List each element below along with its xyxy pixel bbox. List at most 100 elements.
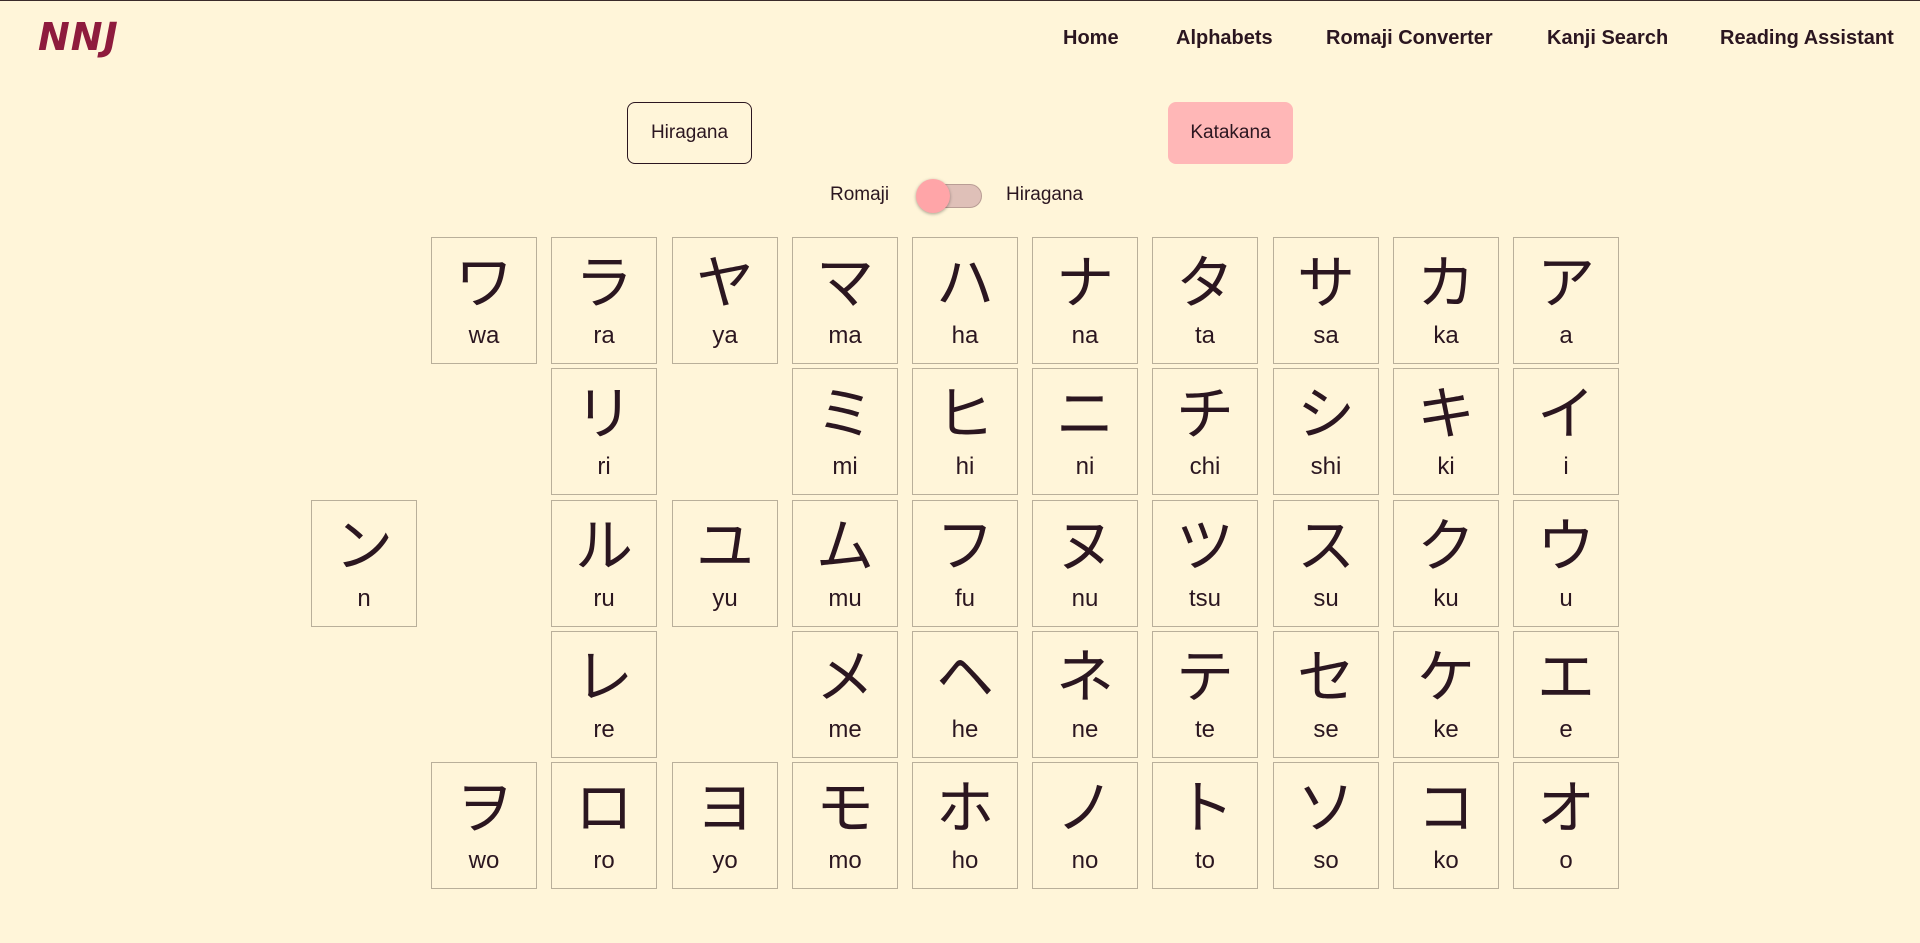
kana-card-so[interactable]: ソ so: [1273, 762, 1379, 889]
romaji-label: shi: [1310, 453, 1342, 480]
nav-alphabets[interactable]: Alphabets: [1176, 27, 1273, 50]
nav-home[interactable]: Home: [1063, 27, 1119, 50]
kana-character: ヲ: [454, 774, 513, 842]
kana-card-nu[interactable]: ヌ nu: [1032, 500, 1138, 627]
kana-character: ラ: [574, 249, 633, 317]
kana-card-mu[interactable]: ム mu: [792, 500, 898, 627]
kana-character: ト: [1175, 774, 1234, 842]
kana-card-ru[interactable]: ル ru: [551, 500, 657, 627]
romaji-label: a: [1559, 322, 1573, 349]
kana-character: ム: [815, 512, 874, 580]
romaji-label: so: [1313, 847, 1339, 874]
kana-card-chi[interactable]: チ chi: [1152, 368, 1258, 495]
romaji-label: mi: [832, 453, 858, 480]
kana-card-u[interactable]: ウu: [1513, 500, 1619, 627]
kana-card-yu[interactable]: ユ yu: [672, 500, 778, 627]
kana-card-ku[interactable]: ク ku: [1393, 500, 1499, 627]
kana-card-ho[interactable]: ホ ho: [912, 762, 1018, 889]
nav-romaji-converter[interactable]: Romaji Converter: [1326, 27, 1493, 50]
romaji-label: ka: [1433, 322, 1459, 349]
kana-character: イ: [1536, 380, 1595, 448]
kana-card-ke[interactable]: ケ ke: [1393, 631, 1499, 758]
kana-card-a[interactable]: アa: [1513, 237, 1619, 364]
kana-card-mi[interactable]: ミ mi: [792, 368, 898, 495]
kana-card-ha[interactable]: ハ ha: [912, 237, 1018, 364]
romaji-label: re: [593, 716, 615, 743]
romaji-label: fu: [954, 585, 975, 612]
romaji-label: hi: [955, 453, 975, 480]
kana-card-ne[interactable]: ネ ne: [1032, 631, 1138, 758]
kana-card-re[interactable]: レ re: [551, 631, 657, 758]
kana-character: シ: [1296, 380, 1355, 448]
kana-card-ko[interactable]: コ ko: [1393, 762, 1499, 889]
kana-card-sa[interactable]: サ sa: [1273, 237, 1379, 364]
kana-card-te[interactable]: テ te: [1152, 631, 1258, 758]
kana-card-ki[interactable]: キ ki: [1393, 368, 1499, 495]
nav-reading-assistant[interactable]: Reading Assistant: [1720, 27, 1894, 50]
hiragana-tab[interactable]: Hiragana: [627, 102, 752, 164]
katakana-tab[interactable]: Katakana: [1168, 102, 1293, 164]
romaji-label: ma: [828, 322, 862, 349]
kana-card-no[interactable]: ノ no: [1032, 762, 1138, 889]
kana-card-fu[interactable]: フ fu: [912, 500, 1018, 627]
kana-card-wa[interactable]: ワ wa: [431, 237, 537, 364]
app-logo[interactable]: NNJ: [38, 15, 119, 59]
kana-card-ro[interactable]: ロ ro: [551, 762, 657, 889]
kana-card-to[interactable]: ト to: [1152, 762, 1258, 889]
kana-card-na[interactable]: ナ na: [1032, 237, 1138, 364]
kana-card-shi[interactable]: シ shi: [1273, 368, 1379, 495]
kana-character: キ: [1416, 380, 1475, 448]
toggle-label-romaji: Romaji: [830, 184, 890, 205]
romaji-label: se: [1313, 716, 1339, 743]
nav-kanji-search[interactable]: Kanji Search: [1547, 27, 1668, 50]
kana-card-ka[interactable]: カ ka: [1393, 237, 1499, 364]
romaji-label: wa: [468, 322, 500, 349]
kana-card-se[interactable]: セ se: [1273, 631, 1379, 758]
kana-card-i[interactable]: イi: [1513, 368, 1619, 495]
toggle-knob[interactable]: [916, 179, 950, 213]
romaji-label: mo: [828, 847, 862, 874]
romaji-label: su: [1313, 585, 1339, 612]
kana-card-su[interactable]: ス su: [1273, 500, 1379, 627]
kana-character: ヒ: [935, 380, 994, 448]
kana-character: チ: [1175, 380, 1234, 448]
kana-character: リ: [574, 380, 633, 448]
kana-card-o[interactable]: オo: [1513, 762, 1619, 889]
kana-character: ヤ: [695, 249, 754, 317]
kana-character: タ: [1175, 249, 1234, 317]
kana-card-ma[interactable]: マ ma: [792, 237, 898, 364]
kana-character: レ: [574, 643, 633, 711]
kana-card-ya[interactable]: ヤ ya: [672, 237, 778, 364]
kana-card-he[interactable]: ヘ he: [912, 631, 1018, 758]
kana-character: セ: [1296, 643, 1355, 711]
romaji-label: no: [1071, 847, 1099, 874]
romaji-label: i: [1563, 453, 1569, 480]
romaji-label: ha: [951, 322, 979, 349]
romaji-label: te: [1194, 716, 1215, 743]
kana-character: ホ: [935, 774, 994, 842]
kana-character: サ: [1296, 249, 1355, 317]
romaji-label: chi: [1189, 453, 1221, 480]
kana-character: ニ: [1055, 380, 1114, 448]
kana-character: オ: [1536, 774, 1595, 842]
kana-card-me[interactable]: メ me: [792, 631, 898, 758]
kana-character: ヨ: [695, 774, 754, 842]
toggle-label-hiragana: Hiragana: [1006, 184, 1084, 205]
kana-card-hi[interactable]: ヒ hi: [912, 368, 1018, 495]
kana-card-ta[interactable]: タ ta: [1152, 237, 1258, 364]
kana-card-ni[interactable]: ニ ni: [1032, 368, 1138, 495]
kana-card-ri[interactable]: リ ri: [551, 368, 657, 495]
kana-card-mo[interactable]: モ mo: [792, 762, 898, 889]
romaji-label: ke: [1433, 716, 1459, 743]
romaji-label: ku: [1433, 585, 1459, 612]
kana-character: ン: [334, 512, 393, 580]
kana-card-n[interactable]: ンn: [311, 500, 417, 627]
kana-character: ソ: [1296, 774, 1355, 842]
kana-card-tsu[interactable]: ツ tsu: [1152, 500, 1258, 627]
kana-card-yo[interactable]: ヨ yo: [672, 762, 778, 889]
romaji-label: e: [1559, 716, 1573, 743]
kana-card-ra[interactable]: ラ ra: [551, 237, 657, 364]
kana-card-e[interactable]: エe: [1513, 631, 1619, 758]
kana-card-wo[interactable]: ヲ wo: [431, 762, 537, 889]
kana-character: ク: [1416, 512, 1475, 580]
